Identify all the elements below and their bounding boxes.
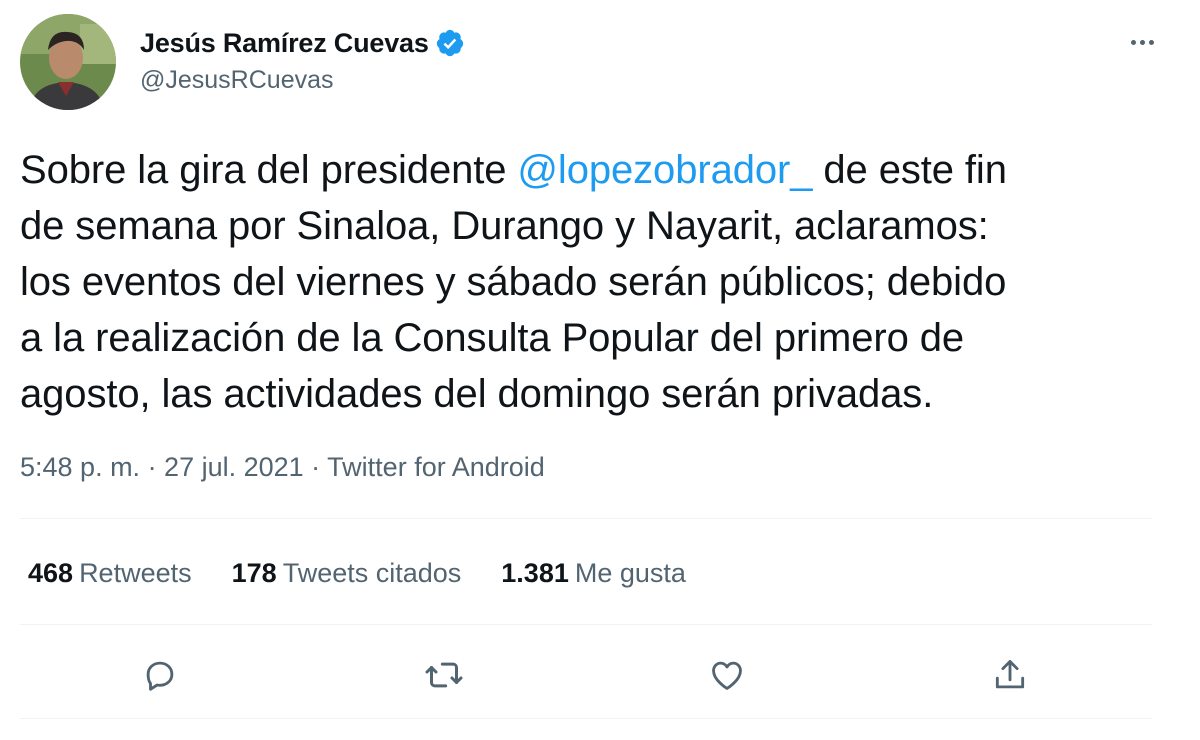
avatar[interactable]: [20, 14, 116, 110]
reply-icon[interactable]: [135, 650, 185, 700]
tweet-text-segment: Sobre la gira del presidente: [20, 148, 518, 192]
tweet-timestamp[interactable]: 5:48 p. m. · 27 jul. 2021 · Twitter for …: [20, 452, 545, 483]
tweet-line: los eventos del viernes y sábado serán p…: [20, 260, 1007, 304]
tweet-text-segment: de este fin: [812, 148, 1007, 192]
quote-tweets-stat[interactable]: 178 Tweets citados: [232, 558, 462, 589]
more-dot: [1130, 39, 1136, 45]
likes-stat[interactable]: 1.381 Me gusta: [501, 558, 686, 589]
like-icon[interactable]: [702, 650, 752, 700]
retweets-count: 468: [28, 558, 74, 588]
verified-badge-icon: [435, 28, 465, 58]
retweets-stat[interactable]: 468 Retweets: [28, 558, 192, 589]
quotes-count: 178: [231, 558, 277, 588]
likes-label: Me gusta: [574, 558, 686, 588]
more-dot: [1139, 39, 1145, 45]
tweet-line: Sobre la gira del presidente @lopezobrad…: [20, 142, 1180, 198]
tweet-line: de semana por Sinaloa, Durango y Nayarit…: [20, 204, 989, 248]
action-bar: [0, 650, 1200, 700]
tweet-card: Jesús Ramírez Cuevas @JesusRCuevas Sobre…: [0, 0, 1200, 740]
retweet-icon[interactable]: [419, 650, 469, 700]
more-options-icon[interactable]: [1122, 28, 1162, 56]
avatar-image: [20, 14, 116, 110]
author-handle[interactable]: @JesusRCuevas: [140, 66, 334, 95]
display-name[interactable]: Jesús Ramírez Cuevas: [140, 28, 429, 59]
tweet-line: a la realización de la Consulta Popular …: [20, 316, 965, 360]
share-icon[interactable]: [985, 650, 1035, 700]
divider: [20, 718, 1152, 719]
mention-link[interactable]: @lopezobrador_: [517, 148, 812, 192]
quotes-label: Tweets citados: [282, 558, 462, 588]
divider: [20, 624, 1152, 625]
more-dot: [1148, 39, 1154, 45]
tweet-text: Sobre la gira del presidente @lopezobrad…: [20, 142, 1180, 422]
likes-count: 1.381: [501, 558, 569, 588]
divider: [20, 518, 1152, 519]
retweets-label: Retweets: [79, 558, 192, 588]
tweet-line: agosto, las actividades del domingo será…: [20, 372, 934, 416]
author-header: Jesús Ramírez Cuevas: [140, 26, 465, 60]
engagement-stats: 468 Retweets 178 Tweets citados 1.381 Me gu…: [28, 558, 726, 589]
